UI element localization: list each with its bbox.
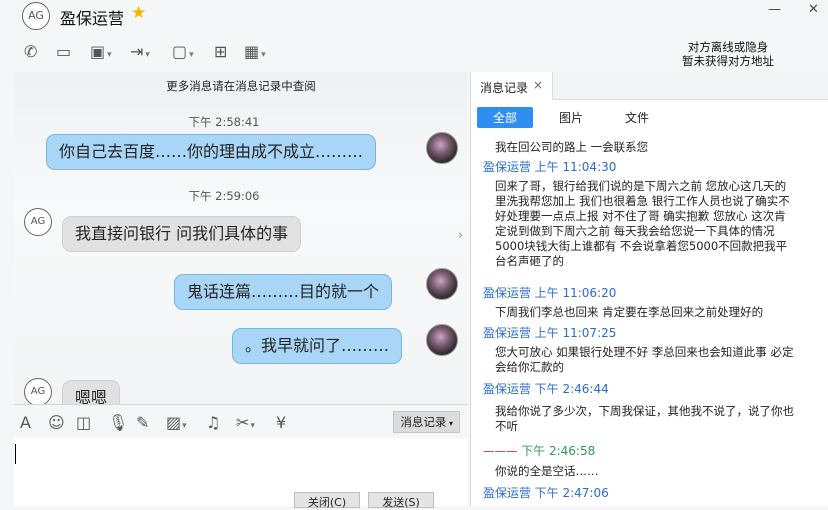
chat-bubble: 我直接问银行 问我们具体的事 xyxy=(62,216,302,252)
chat-area[interactable]: 更多消息请在消息记录中查阅 下午 2:58:41 你自己去百度……你的理由成不成… xyxy=(14,72,468,404)
contact-avatar[interactable]: AG xyxy=(22,2,50,30)
more-messages-notice[interactable]: 更多消息请在消息记录中查阅 xyxy=(14,78,468,94)
red-packet-icon[interactable]: ¥ xyxy=(276,413,286,432)
video-icon[interactable]: ▭ xyxy=(56,42,71,61)
my-avatar[interactable] xyxy=(426,268,458,300)
chat-bubble: 你自己去百度……你的理由成不成立……… xyxy=(46,134,377,170)
title-bar: AG 盈保运营 ★ — ✕ xyxy=(0,0,828,34)
history-header: 盈保运营 上午 11:07:25 xyxy=(483,326,617,340)
filter-files[interactable]: 文件 xyxy=(609,107,665,128)
history-header: 盈保运营 上午 11:06:20 xyxy=(483,286,617,300)
history-header: 盈保运营 上午 11:04:30 xyxy=(483,160,617,174)
close-window-icon[interactable]: ✕ xyxy=(808,2,819,17)
music-icon[interactable]: ♫ xyxy=(206,413,220,432)
history-message: 您大可放心 如果银行处理不好 李总回来也会知道此事 必定会给你汇款的 xyxy=(495,345,794,374)
my-avatar[interactable] xyxy=(426,324,458,356)
shake-icon[interactable]: ◫ xyxy=(76,413,91,432)
window-title: 盈保运营 xyxy=(60,9,125,28)
pen-icon[interactable]: ✎ xyxy=(136,413,149,432)
history-message: 下周我们李总也回来 肯定要在李总回来之前处理好的 xyxy=(495,305,764,319)
text-caret xyxy=(15,444,16,464)
message-time: 下午 2:59:06 xyxy=(188,189,260,203)
contact-avatar[interactable]: AG xyxy=(24,378,52,404)
contact-avatar[interactable]: AG xyxy=(24,208,52,236)
font-icon[interactable]: A xyxy=(20,413,31,432)
tab-close-icon[interactable]: × xyxy=(533,78,543,92)
history-message: 我给你说了多少次，下周我保证，其他我不说了，说了你也不听 xyxy=(495,404,794,433)
message-history-button[interactable]: 消息记录 xyxy=(393,411,460,433)
voice-icon[interactable]: 🎙 xyxy=(108,413,128,432)
history-message: 我在回公司的路上 一会联系您 xyxy=(495,140,649,154)
history-header: 盈保运营 下午 2:47:06 xyxy=(483,486,609,500)
scissors-icon[interactable]: ✂ xyxy=(236,413,255,432)
message-editor[interactable]: 关闭(C) 发送(S) xyxy=(14,438,468,509)
message-time: 下午 2:58:41 xyxy=(188,115,260,129)
peer-status: 对方离线或隐身 暂未获得对方地址 xyxy=(682,40,774,68)
divider xyxy=(14,404,468,405)
filter-images[interactable]: 图片 xyxy=(543,107,599,128)
history-panel: 消息记录 × 全部 图片 文件 我在回公司的路上 一会联系您 盈保运营 上午 1… xyxy=(470,72,828,506)
emoji-icon[interactable]: ☺ xyxy=(48,413,65,432)
desktop-icon[interactable]: ▢ xyxy=(172,42,194,61)
image-icon[interactable]: ▨ xyxy=(166,413,187,432)
filter-all[interactable]: 全部 xyxy=(477,107,533,128)
apps-icon[interactable]: ▦ xyxy=(244,42,266,61)
site-watermark: 网贷之家 xyxy=(699,463,820,496)
minimize-icon[interactable]: — xyxy=(768,2,781,17)
screen-share-icon[interactable]: ▣ xyxy=(90,42,112,61)
remote-assist-icon[interactable]: ⇥ xyxy=(130,42,150,61)
input-toolbar: A ☺ ◫ 🎙 ✎ ▨ ♫ ✂ ¥ 消息记录 xyxy=(14,408,468,438)
tab-message-history[interactable]: 消息记录 × xyxy=(471,72,553,100)
chat-bubble: 鬼话连篇………目的就一个 xyxy=(174,274,393,310)
whiteboard-icon[interactable]: ⊞ xyxy=(214,42,227,61)
call-toolbar: ✆ ▭ ▣ ⇥ ▢ ⊞ ▦ xyxy=(0,36,470,68)
history-message: 回来了哥，银行给我们说的是下周六之前 您放心这几天的里洗我帮您加上 我们也很着急… xyxy=(495,179,790,268)
chat-bubble: 嗯嗯 xyxy=(62,380,121,404)
history-header: 盈保运营 下午 2:46:44 xyxy=(483,382,609,396)
collapse-panel-arrow[interactable]: › xyxy=(458,228,463,242)
history-header: ——— 下午 2:46:58 xyxy=(483,444,596,458)
chat-bubble: 。我早就问了……… xyxy=(232,328,403,364)
star-icon[interactable]: ★ xyxy=(131,3,146,23)
my-avatar[interactable] xyxy=(426,132,458,164)
phone-icon[interactable]: ✆ xyxy=(24,42,37,61)
